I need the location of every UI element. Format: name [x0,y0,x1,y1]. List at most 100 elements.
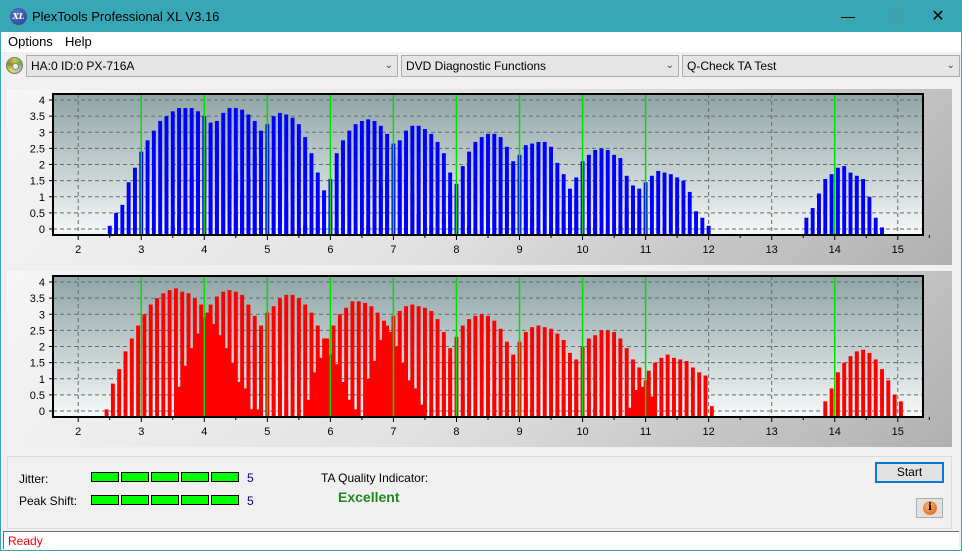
histogram-bar [366,119,371,235]
x-tick-label: 4 [201,426,207,438]
histogram-bar [586,154,591,235]
histogram-bar [441,365,446,417]
histogram-bar [479,137,484,235]
drive-select[interactable]: HA:0 ID:0 PX-716A ⌄ [26,55,398,77]
land-histogram-panel: 0 0.5 1 1.5 2 2.5 3 3.5 4 2 3 4 5 6 7 8 9 10 11 12 13 14 15 [7,89,952,265]
maximize-button[interactable]: ☐ [871,1,917,32]
histogram-bar [416,306,421,417]
results-panel [7,456,952,529]
histogram-bar [829,388,834,417]
ta-quality-value: Excellent [338,489,400,505]
histogram-bar [240,193,245,235]
histogram-bar [467,319,472,417]
histogram-bar [385,174,390,235]
menu-options[interactable]: Options [8,34,53,49]
histogram-bar [404,130,408,235]
histogram-bar [429,407,434,417]
histogram-bar [284,294,289,417]
chevron-down-icon: ⌄ [946,60,955,71]
histogram-bar [120,204,125,235]
histogram-bar [278,298,282,417]
histogram-bar [854,175,859,235]
histogram-bar [460,166,465,235]
x-tick-label: 8 [453,244,459,256]
jitter-label: Jitter: [19,472,49,486]
app-logo-icon: XL [10,8,27,25]
histogram-bar [221,291,226,417]
histogram-bar [114,212,118,235]
minimize-button[interactable]: — [825,1,871,32]
histogram-bar [612,154,617,235]
toolbar: HA:0 ID:0 PX-716A ⌄ DVD Diagnostic Funct… [1,53,961,79]
y-tick-label: 1.5 [30,176,45,188]
histogram-bar [867,352,872,417]
x-tick-label: 13 [766,426,778,438]
histogram-bar [637,188,642,235]
histogram-bar [873,359,878,417]
histogram-bar [309,153,314,235]
x-tick-label: 12 [703,244,715,256]
histogram-bar [631,201,635,235]
histogram-bar [331,325,336,417]
info-button[interactable]: i [916,498,943,518]
histogram-bar [161,293,166,417]
info-icon: i [923,501,937,515]
histogram-bar [344,307,349,417]
histogram-bar [555,407,560,417]
status-text: Ready [8,534,43,548]
histogram-bar [410,125,415,235]
histogram-bar [880,369,884,417]
start-button[interactable]: Start [875,462,944,483]
jitter-value: 5 [247,471,254,485]
histogram-bar [252,341,257,417]
histogram-bar [448,193,453,235]
histogram-bar [208,304,213,417]
function-select-value: DVD Diagnostic Functions [406,59,547,73]
histogram-bar [536,325,541,417]
histogram-bar [290,294,295,417]
histogram-bar [536,141,541,235]
histogram-bar [542,327,547,417]
histogram-bar [397,140,402,235]
y-tick-label: 3 [39,127,45,139]
histogram-bar [416,125,421,235]
histogram-bar [259,138,263,235]
histogram-bar [278,112,282,235]
histogram-bar [640,386,645,417]
histogram-bar [378,340,383,417]
histogram-bar [835,167,840,235]
menu-help[interactable]: Help [65,34,92,49]
histogram-bar [823,179,828,235]
histogram-bar [107,225,112,235]
histogram-bar [662,172,667,235]
app-window: XL PlexTools Professional XL V3.16 — ☐ ✕… [0,0,962,551]
histogram-bar [681,180,686,235]
histogram-bar [372,212,377,235]
close-button[interactable]: ✕ [915,1,961,32]
histogram-bar [189,348,194,417]
histogram-bar [196,333,200,417]
menu-bar: Options Help [1,32,961,52]
y-tick-label: 3 [39,309,45,321]
function-select[interactable]: DVD Diagnostic Functions ⌄ [401,55,679,77]
histogram-bar [110,383,115,417]
test-select[interactable]: Q-Check TA Test ⌄ [682,55,960,77]
histogram-bar [627,407,632,417]
histogram-bar [246,357,251,417]
histogram-bar [126,182,131,235]
histogram-bar [117,369,122,417]
histogram-bar [404,306,408,417]
histogram-bar [227,108,232,235]
y-tick-label: 1.5 [30,358,45,370]
histogram-bar [886,380,891,417]
histogram-bar [656,170,661,235]
histogram-bar [350,301,355,417]
histogram-bar [700,217,705,235]
histogram-bar [835,372,840,417]
histogram-bar [530,143,535,235]
meter-segment [151,472,179,482]
histogram-bar [177,217,182,235]
histogram-bar [599,330,604,417]
histogram-bar [306,399,311,417]
histogram-bar [549,146,553,235]
